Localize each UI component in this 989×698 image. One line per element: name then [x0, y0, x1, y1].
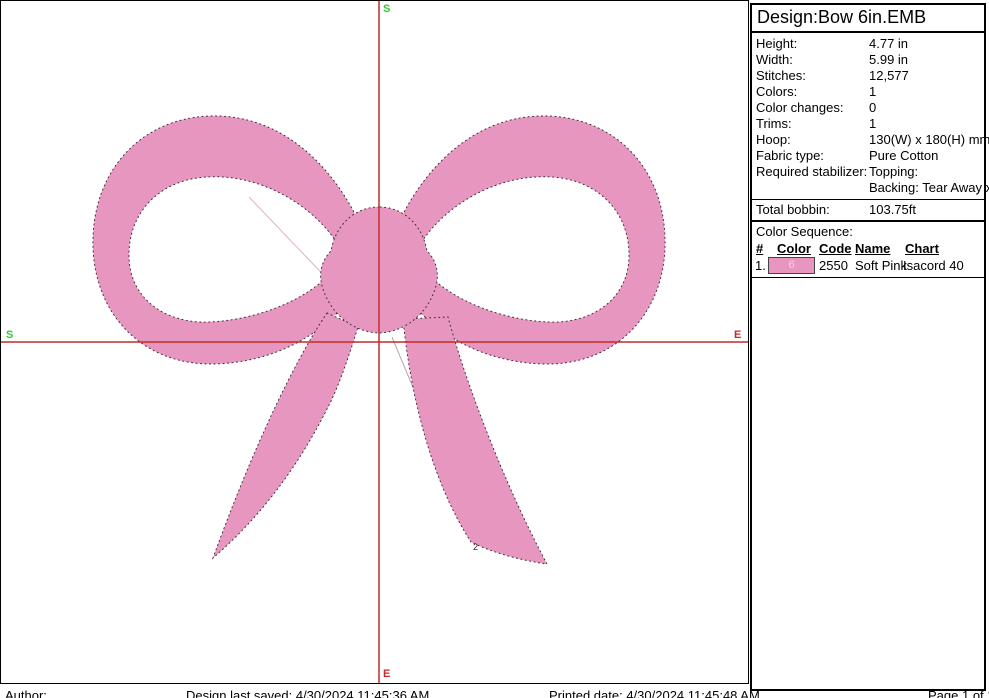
info-value: 0	[869, 100, 984, 116]
info-label: Color changes:	[756, 100, 869, 116]
print-preview-page: 2 S S E E Design:Bow 6in.EMB Height: 4.7…	[0, 0, 989, 698]
col-header-name: Name	[855, 241, 890, 256]
info-row-hoop: Hoop: 130(W) x 180(H) mm	[752, 132, 984, 148]
color-row-chart: Isacord 40	[903, 258, 964, 273]
info-value: 103.75ft	[869, 202, 984, 218]
col-header-code: Code	[819, 241, 852, 256]
info-value: 12,577	[869, 68, 984, 84]
stabilizer-backing: Backing: Tear Away x 2	[869, 180, 989, 195]
footer-author: Author:	[5, 688, 47, 698]
start-marker-top: S	[383, 3, 390, 15]
col-header-chart: Chart	[905, 241, 939, 256]
color-sequence-divider	[752, 277, 984, 278]
info-row-width: Width: 5.99 in	[752, 52, 984, 68]
design-canvas[interactable]: 2 S S E E	[0, 0, 749, 684]
color-sequence-section: Color Sequence: # Color Code Name Chart …	[752, 220, 984, 278]
info-label: Total bobbin:	[756, 202, 869, 218]
info-row-stitches: Stitches: 12,577	[752, 68, 984, 84]
color-sequence-heading: Color Sequence:	[752, 222, 984, 241]
info-value: 130(W) x 180(H) mm	[869, 132, 989, 148]
info-label: Colors:	[756, 84, 869, 100]
design-title: Design:Bow 6in.EMB	[752, 5, 984, 33]
info-label: Height:	[756, 36, 869, 52]
info-value: Pure Cotton	[869, 148, 984, 164]
info-row-colors: Colors: 1	[752, 84, 984, 100]
info-value: Topping: Backing: Tear Away x 2	[869, 164, 989, 196]
info-value: 4.77 in	[869, 36, 984, 52]
start-marker-left: S	[6, 329, 13, 341]
info-value: 1	[869, 84, 984, 100]
col-header-color: Color	[777, 241, 811, 256]
design-info-panel: Design:Bow 6in.EMB Height: 4.77 in Width…	[750, 3, 986, 691]
info-label: Required stabilizer:	[756, 164, 869, 196]
color-row-code: 2550	[819, 258, 848, 273]
info-label: Trims:	[756, 116, 869, 132]
design-properties: Height: 4.77 in Width: 5.99 in Stitches:…	[752, 33, 984, 220]
end-marker-right: E	[734, 329, 741, 341]
info-row-bobbin: Total bobbin: 103.75ft	[752, 199, 984, 220]
info-label: Stitches:	[756, 68, 869, 84]
stabilizer-topping: Topping:	[869, 164, 918, 179]
info-label: Fabric type:	[756, 148, 869, 164]
info-row-fabric: Fabric type: Pure Cotton	[752, 148, 984, 164]
info-row-stabilizer: Required stabilizer: Topping: Backing: T…	[752, 164, 984, 196]
design-preview-svg: 2 S S E E	[1, 1, 748, 683]
color-sequence-table: # Color Code Name Chart 1. 6 2550 Soft P…	[752, 241, 984, 277]
col-header-num: #	[756, 241, 763, 256]
info-label: Hoop:	[756, 132, 869, 148]
footer-page-number: Page 1 of 1	[928, 688, 989, 698]
info-label: Width:	[756, 52, 869, 68]
info-row-trims: Trims: 1	[752, 116, 984, 132]
info-row-height: Height: 4.77 in	[752, 36, 984, 52]
color-row-name: Soft Pink	[855, 258, 907, 273]
info-row-color-changes: Color changes: 0	[752, 100, 984, 116]
info-value: 1	[869, 116, 984, 132]
end-marker-bottom: E	[383, 668, 390, 680]
footer-printed-date: Printed date: 4/30/2024 11:45:48 AM	[549, 688, 760, 698]
thread-color-swatch[interactable]: 6	[768, 257, 815, 274]
stitch-marker: 2	[473, 542, 478, 552]
color-row-index: 1.	[755, 258, 766, 273]
footer-last-saved: Design last saved: 4/30/2024 11:45:36 AM	[186, 688, 429, 698]
info-value: 5.99 in	[869, 52, 984, 68]
